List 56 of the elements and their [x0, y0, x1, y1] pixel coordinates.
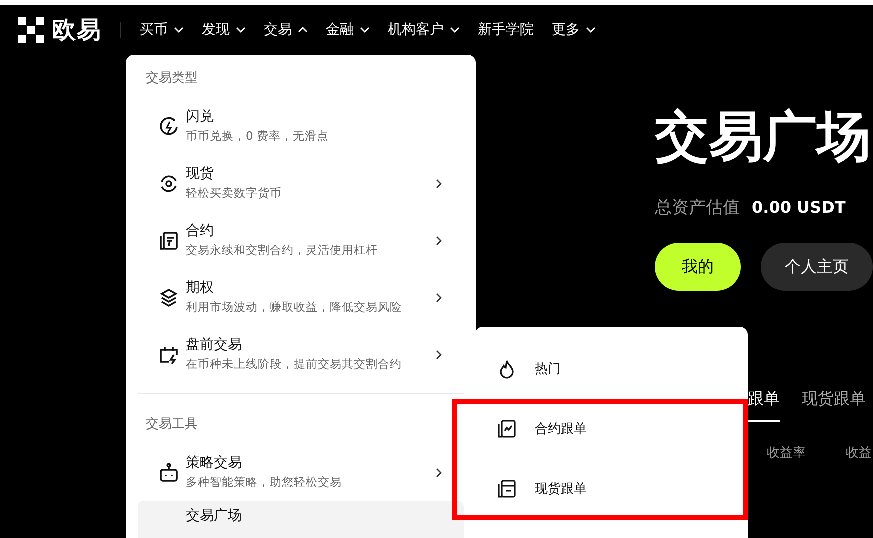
chart-document-icon — [497, 419, 517, 439]
submenu-item[interactable]: 现货跟单 — [475, 459, 748, 519]
menu-item-description: 币币兑换，0 费率，无滑点 — [186, 128, 330, 145]
menu-item[interactable]: 现货 轻松买卖数字货币 — [138, 155, 464, 212]
layers-icon — [158, 286, 180, 308]
rotate-icon — [158, 172, 180, 194]
submenu-item[interactable]: 热门 — [475, 339, 748, 399]
menu-item-title: 闪兑 — [186, 108, 215, 127]
lightning-icon — [158, 116, 180, 138]
page-title: 交易广场 — [655, 104, 872, 170]
document-icon — [497, 479, 517, 499]
menu-item[interactable]: 闪兑 币币兑换，0 费率，无滑点 — [138, 98, 464, 155]
chevron-down-icon — [174, 27, 184, 33]
section-heading: 交易工具 — [145, 416, 199, 434]
menu-item-title: 期权 — [186, 279, 215, 298]
menu-item-title: 策略交易 — [186, 454, 243, 473]
section-heading: 交易类型 — [145, 70, 199, 88]
robot-icon — [158, 462, 180, 484]
nav-menu-item[interactable]: 发现 — [193, 21, 255, 39]
flame-icon — [497, 359, 517, 379]
chevron-down-icon — [236, 27, 246, 33]
menu-item[interactable]: 期权 利用市场波动，赚取收益，降低交易风险 — [138, 269, 464, 326]
menu-item[interactable]: 策略交易 多种智能策略，助您轻松交易 — [138, 444, 464, 501]
chevron-up-icon — [298, 27, 308, 33]
menu-item-description: 在币种未上线阶段，提前交易其交割合约 — [186, 356, 403, 373]
column-header: 收益 — [846, 445, 872, 462]
menu-item-description: 利用市场波动，赚取收益，降低交易风险 — [186, 299, 403, 316]
document-icon — [158, 230, 180, 252]
menu-item-description: 轻松买卖数字货币 — [186, 185, 283, 202]
menu-item-title: 盘前交易 — [186, 336, 243, 355]
nav-menu-item[interactable]: 交易 — [255, 21, 317, 39]
menu-item[interactable]: 合约 交易永续和交割合约，灵活使用杠杆 — [138, 212, 464, 269]
submenu-item[interactable]: 合约跟单 — [475, 399, 748, 459]
profile-button[interactable]: 个人主页 — [761, 243, 873, 291]
menu-item[interactable]: 盘前交易 在币种未上线阶段，提前交易其交割合约 — [138, 326, 464, 383]
nav-menu-item[interactable]: 更多 — [543, 21, 605, 39]
menu-item-description: 交易永续和交割合约，灵活使用杠杆 — [186, 242, 379, 259]
chevron-down-icon — [450, 27, 460, 33]
menu-item-title: 现货 — [186, 165, 215, 184]
menu-item[interactable]: 交易广场 — [138, 501, 464, 538]
column-header: 收益率 — [767, 445, 806, 462]
nav-menu-item[interactable]: 机构客户 — [379, 21, 469, 39]
page-tab[interactable]: 现货跟单 — [802, 389, 866, 422]
assets-label: 总资产估值 — [655, 197, 740, 219]
menu-item-title: 合约 — [186, 222, 215, 241]
logo-text[interactable]: 欧易 — [52, 14, 102, 46]
nav-menu-item[interactable]: 买币 — [132, 21, 193, 39]
nav-menu-item[interactable]: 金融 — [317, 21, 379, 39]
logo-icon[interactable] — [18, 17, 44, 43]
nav-menu-item[interactable]: 新手学院 — [469, 21, 543, 39]
menu-item-title: 交易广场 — [186, 507, 243, 526]
chevron-down-icon — [360, 27, 370, 33]
chevron-down-icon — [586, 27, 596, 33]
my-button[interactable]: 我的 — [655, 243, 741, 291]
menu-item-description: 多种智能策略，助您轻松交易 — [186, 474, 343, 491]
assets-value: 0.00 USDT — [752, 198, 846, 217]
